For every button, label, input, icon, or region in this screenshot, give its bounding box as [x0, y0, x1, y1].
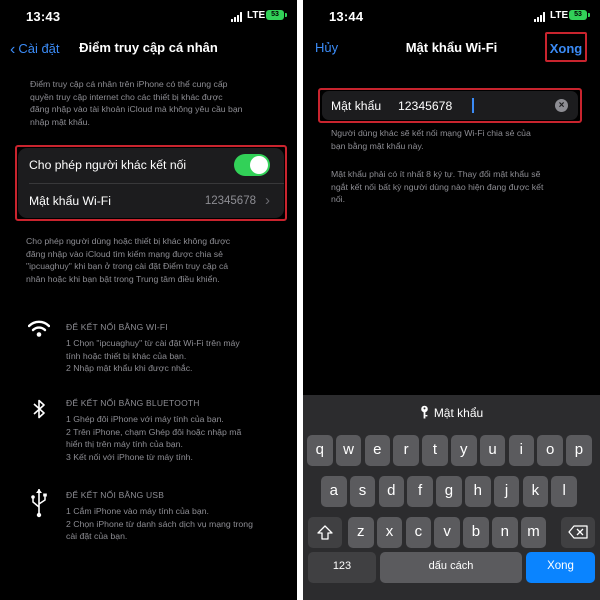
letter-key[interactable]: r	[393, 435, 419, 466]
step-line: tính hoặc thiết bị khác của bạn.	[66, 350, 187, 361]
shift-key[interactable]	[308, 517, 342, 548]
note-line: Mật khẩu phải có ít nhất 8 ký tự. Thay đ…	[331, 169, 541, 179]
numbers-key[interactable]: 123	[308, 552, 376, 583]
step-line: hiển thị trên máy tính của bạn.	[66, 439, 183, 449]
suggestion-label: Mật khẩu	[433, 406, 484, 420]
intro-line: quyền truy cập internet cho các thiết bị…	[30, 91, 223, 102]
wifi-icon	[28, 320, 50, 337]
letter-key[interactable]: u	[479, 435, 506, 466]
letter-key[interactable]: f	[407, 476, 433, 507]
letter-key[interactable]: o	[537, 435, 563, 466]
status-bar: 13:44 LTE 53	[303, 0, 600, 34]
letter-key[interactable]: d	[378, 476, 405, 507]
letter-key[interactable]: n	[492, 517, 518, 548]
note-line: ngắt kết nối bất kỳ người dùng nào hiện …	[331, 181, 544, 192]
letter-key[interactable]: i	[508, 435, 535, 466]
battery-level: 53	[574, 11, 582, 18]
wifi-section-title: ĐỂ KẾT NỐI BẰNG WI-FI	[66, 322, 168, 332]
highlight-box	[15, 145, 287, 221]
cellular-signal-icon	[231, 12, 245, 22]
note-line: Cho phép người dùng hoặc thiết bị khác k…	[26, 236, 231, 246]
network-type: LTE	[247, 10, 266, 21]
note-line: nối.	[331, 194, 346, 204]
step-line: cài đặt của bạn.	[66, 531, 128, 541]
intro-line: đăng nhập vào tài khoản iCloud mà không …	[30, 104, 243, 114]
letter-key[interactable]: x	[376, 517, 403, 548]
highlight-box	[318, 88, 582, 123]
letter-key[interactable]: j	[493, 476, 520, 507]
share-note: Người dùng khác sẽ kết nối mạng Wi-Fi ch…	[331, 127, 593, 152]
note-line: nhân hoặc khi bạn bật trong Trung tâm đi…	[26, 273, 220, 284]
step-line: 2 Nhập mật khẩu khi được nhắc.	[66, 363, 193, 373]
letter-key[interactable]: p	[566, 435, 592, 466]
intro-text: Điểm truy cập cá nhân trên iPhone có thể…	[30, 78, 290, 128]
page-title: Điểm truy cập cá nhân	[79, 40, 218, 55]
letter-key[interactable]: z	[348, 517, 374, 548]
status-time: 13:44	[329, 9, 364, 24]
hotspot-settings-screen: 13:43 LTE 53 ‹ Cài đặt Điểm truy cập cá n…	[0, 0, 297, 600]
bluetooth-icon	[33, 399, 45, 419]
length-note: Mật khẩu phải có ít nhất 8 ký tự. Thay đ…	[331, 168, 593, 206]
intro-line: nhập mật khẩu.	[30, 116, 90, 127]
done-button[interactable]: Xong	[547, 41, 585, 56]
letter-key[interactable]: t	[422, 435, 448, 466]
note-line: Người dùng khác sẽ kết nối mạng Wi-Fi ch…	[331, 128, 531, 138]
key-icon	[421, 405, 428, 419]
letter-key[interactable]: g	[436, 476, 462, 507]
network-type: LTE	[550, 10, 569, 21]
letter-key[interactable]: b	[463, 517, 489, 548]
battery-icon: 53	[569, 10, 590, 20]
bluetooth-section-title: ĐỂ KẾT NỐI BẰNG BLUETOOTH	[66, 398, 200, 408]
step-line: 2 Chọn iPhone từ danh sách dịch vụ mạng …	[66, 518, 253, 529]
letter-key[interactable]: h	[465, 476, 491, 507]
letter-key[interactable]: k	[522, 476, 549, 507]
step-line: 1 Cắm iPhone vào máy tính của bạn.	[66, 506, 209, 516]
letter-key[interactable]: y	[451, 435, 477, 466]
step-line: 2 Trên iPhone, chạm Ghép đôi hoặc nhập m…	[66, 426, 242, 437]
step-line: 1 Ghép đôi iPhone với máy tính của bạn.	[66, 414, 224, 424]
allow-note-text: Cho phép người dùng hoặc thiết bị khác k…	[26, 235, 288, 285]
wifi-steps: 1 Chọn "ipcuaghuy" từ cài đặt Wi-Fi trên…	[66, 337, 286, 375]
bluetooth-steps: 1 Ghép đôi iPhone với máy tính của bạn. …	[66, 413, 286, 463]
battery-icon: 53	[266, 10, 287, 20]
letter-key[interactable]: q	[307, 435, 333, 466]
delete-icon	[568, 525, 588, 539]
note-line: đăng nhập vào iCloud tìm kiếm mạng được …	[26, 248, 223, 259]
battery-level: 53	[271, 11, 279, 18]
step-line: 1 Chọn "ipcuaghuy" từ cài đặt Wi-Fi trên…	[66, 338, 240, 348]
letter-key[interactable]: e	[364, 435, 391, 466]
note-line: bạn bằng mật khẩu này.	[331, 140, 424, 151]
space-key[interactable]: dấu cách	[380, 552, 522, 583]
wifi-password-screen: 13:44 LTE 53 Hủy Mật khẩu Wi-Fi Xong Mật…	[303, 0, 600, 600]
status-time: 13:43	[26, 9, 61, 24]
letter-key[interactable]: l	[551, 476, 577, 507]
letter-key[interactable]: w	[335, 435, 362, 466]
cellular-signal-icon	[534, 12, 548, 22]
done-button-highlight: Xong	[545, 32, 587, 62]
letter-key[interactable]: c	[405, 517, 432, 548]
shift-icon	[317, 525, 333, 540]
status-bar: 13:43 LTE 53	[0, 0, 297, 34]
password-suggestion-bar[interactable]: Mật khẩu	[303, 395, 600, 429]
letter-key[interactable]: m	[520, 517, 547, 548]
delete-key[interactable]	[561, 517, 595, 548]
return-key[interactable]: Xong	[526, 552, 595, 583]
keyboard: Mật khẩu qwertyuiop asdfghjkl zxcvbnm 12…	[303, 395, 600, 600]
letter-key[interactable]: v	[434, 517, 460, 548]
usb-section-title: ĐỂ KẾT NỐI BẰNG USB	[66, 490, 165, 500]
letter-key[interactable]: a	[321, 476, 347, 507]
usb-steps: 1 Cắm iPhone vào máy tính của bạn. 2 Chọ…	[66, 505, 286, 543]
step-line: 3 Kết nối với iPhone từ máy tính.	[66, 451, 193, 462]
note-line: "ipcuaghuy" khi bạn ở trong cài đặt Điểm…	[26, 261, 229, 271]
letter-key[interactable]: s	[349, 476, 376, 507]
usb-icon	[31, 489, 47, 518]
intro-line: Điểm truy cập cá nhân trên iPhone có thể…	[30, 79, 228, 89]
